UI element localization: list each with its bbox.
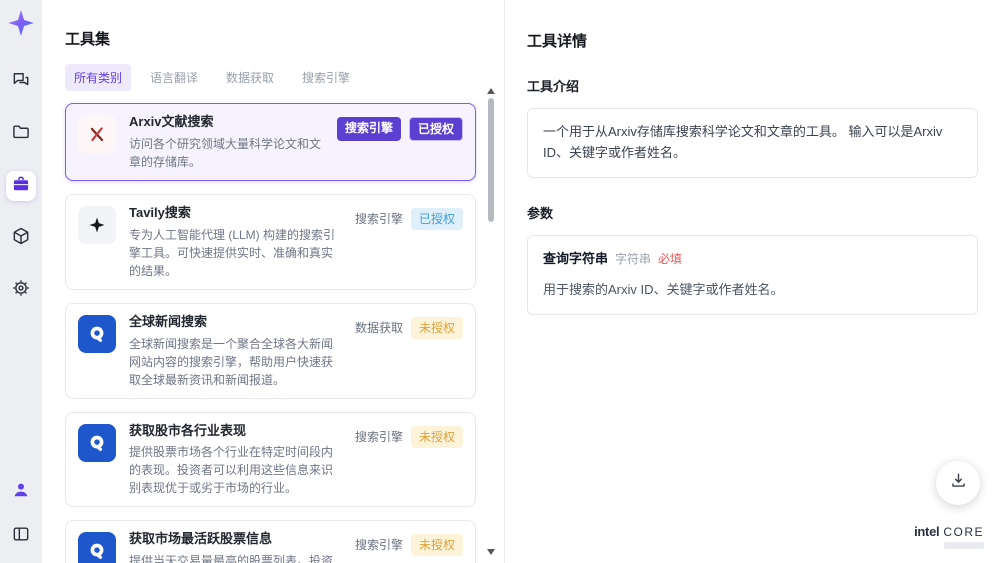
page-title: 工具集	[65, 31, 111, 49]
search-q-icon	[78, 423, 116, 462]
category-badge: 搜索引擎	[354, 538, 403, 553]
sidebar-item-files[interactable]	[6, 119, 36, 149]
category-badge: 搜索引擎	[354, 429, 403, 444]
param-description: 用于搜索的Arxiv ID、关键字或作者姓名。	[543, 281, 784, 297]
parameter-card: 查询字符串 字符串 必填 用于搜索的Arxiv ID、关键字或作者姓名。	[527, 235, 978, 315]
tool-intro-text: 一个用于从Arxiv存储库搜索科学论文和文章的工具。 输入可以是Arxiv ID…	[527, 108, 978, 179]
tool-name: 获取股市各行业表现	[129, 422, 247, 438]
auth-status-badge: 未授权	[410, 316, 463, 339]
auth-status-badge: 未授权	[410, 534, 463, 557]
sidebar-nav	[6, 67, 36, 305]
cube-icon	[11, 226, 31, 251]
tool-card[interactable]: Tavily搜索 专为人工智能代理 (LLM) 构建的搜索引擎工具。可快速提供实…	[65, 193, 476, 290]
sidebar-item-collapse[interactable]	[6, 521, 36, 551]
category-tabs: 所有类别 语言翻译 数据获取 搜索引擎	[65, 64, 504, 92]
intel-badge-decoration	[944, 542, 984, 549]
sidebar-item-account[interactable]	[6, 477, 36, 507]
download-button[interactable]	[936, 461, 980, 505]
sidebar-item-settings[interactable]	[6, 275, 36, 305]
auth-status-badge: 已授权	[410, 207, 463, 230]
tool-name: 获取市场最活跃股票信息	[129, 531, 273, 547]
app-window: 工具集 所有类别 语言翻译 数据获取 搜索引擎 Arxiv文献搜索 访问各个研究…	[0, 0, 1000, 563]
chat-icon	[11, 70, 31, 95]
arxiv-logo-icon	[78, 115, 116, 154]
tools-list-panel: 工具集 所有类别 语言翻译 数据获取 搜索引擎 Arxiv文献搜索 访问各个研究…	[42, 0, 504, 563]
tool-card[interactable]: Arxiv文献搜索 访问各个研究领域大量科学论文和文章的存储库。 搜索引擎 已授…	[65, 103, 476, 181]
tool-description: 提供股票市场各个行业在特定时间段内的表现。投资者可以利用这些信息来识别表现优于或…	[129, 445, 334, 496]
panel-collapse-icon	[11, 524, 31, 549]
tab-search-engine[interactable]: 搜索引擎	[293, 64, 359, 91]
list-scrollbar[interactable]	[486, 88, 495, 555]
auth-status-badge: 已授权	[408, 117, 463, 142]
tool-name: Tavily搜索	[129, 204, 191, 220]
tab-data-fetch[interactable]: 数据获取	[217, 64, 283, 91]
tool-name: 全球新闻搜索	[129, 313, 208, 329]
tool-card[interactable]: 获取市场最活跃股票信息 提供当天交易量最高的股票列表。投资者可以利用这些信息来识…	[65, 520, 476, 563]
briefcase-icon	[11, 174, 31, 199]
param-type: 字符串	[615, 252, 652, 267]
tool-card[interactable]: 全球新闻搜索 全球新闻搜索是一个聚合全球各大新闻网站内容的搜索引擎，帮助用户快速…	[65, 302, 476, 399]
sidebar	[0, 0, 42, 563]
folder-icon	[11, 122, 31, 147]
param-name: 查询字符串	[543, 251, 609, 267]
tool-name: Arxiv文献搜索	[129, 114, 214, 130]
user-icon	[11, 480, 31, 505]
sidebar-bottom	[6, 477, 36, 551]
sidebar-item-tools[interactable]	[6, 171, 36, 201]
tool-description: 全球新闻搜索是一个聚合全球各大新闻网站内容的搜索引擎，帮助用户快速获取全球最新资…	[129, 336, 334, 387]
tool-description: 访问各个研究领域大量科学论文和文章的存储库。	[129, 136, 322, 169]
scrollbar-thumb[interactable]	[487, 98, 494, 222]
download-icon	[949, 471, 968, 495]
param-required-badge: 必填	[658, 252, 683, 267]
tool-description: 专为人工智能代理 (LLM) 构建的搜索引擎工具。可快速提供实时、准确和真实的结…	[129, 227, 336, 278]
app-logo	[7, 9, 35, 37]
intel-brand-text: intel	[914, 524, 940, 539]
sidebar-item-models[interactable]	[6, 223, 36, 253]
scroll-down-arrow[interactable]	[487, 549, 495, 555]
intro-heading: 工具介绍	[527, 79, 580, 95]
sidebar-item-chat[interactable]	[6, 67, 36, 97]
category-badge: 搜索引擎	[354, 211, 403, 226]
search-q-icon	[78, 314, 116, 353]
tab-all-categories[interactable]: 所有类别	[65, 64, 132, 92]
sparkle-icon	[78, 205, 116, 244]
core-brand-text: CORE	[943, 525, 984, 539]
tab-language-translation[interactable]: 语言翻译	[141, 64, 207, 91]
intel-core-logo: intel CORE	[914, 524, 984, 549]
params-heading: 参数	[527, 206, 554, 222]
auth-status-badge: 未授权	[410, 425, 463, 448]
category-badge: 搜索引擎	[336, 117, 401, 142]
tool-description: 提供当天交易量最高的股票列表。投资者可以利用这些信息来识别流动性强的股票和潜在的…	[129, 554, 334, 563]
scroll-up-arrow[interactable]	[487, 88, 495, 94]
tool-list: Arxiv文献搜索 访问各个研究领域大量科学论文和文章的存储库。 搜索引擎 已授…	[65, 103, 504, 563]
tool-card[interactable]: 获取股市各行业表现 提供股票市场各个行业在特定时间段内的表现。投资者可以利用这些…	[65, 411, 476, 508]
tool-detail-panel: 工具详情 工具介绍 一个用于从Arxiv存储库搜索科学论文和文章的工具。 输入可…	[504, 0, 1000, 563]
gear-icon	[11, 278, 31, 303]
detail-title: 工具详情	[527, 33, 588, 51]
category-badge: 数据获取	[354, 320, 403, 335]
search-q-icon	[78, 532, 116, 563]
